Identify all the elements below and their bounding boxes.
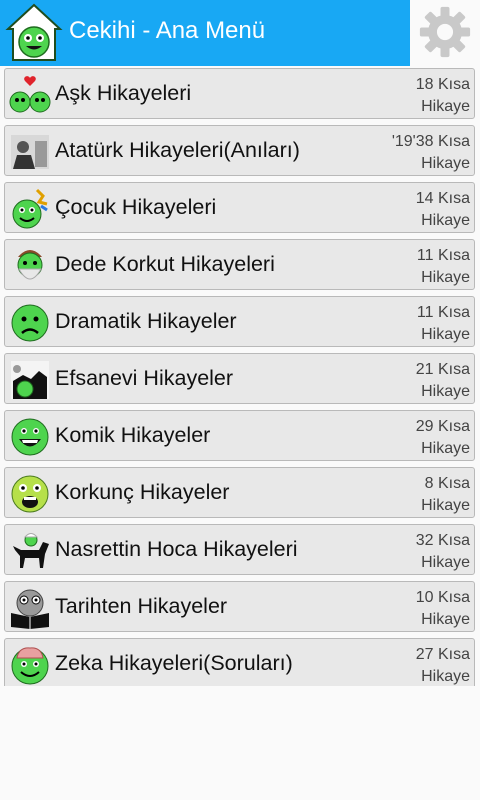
story-count: 8 Kısa Hikaye xyxy=(421,475,470,514)
app-header: Cekihi - Ana Menü xyxy=(0,0,410,66)
love-smiley-icon xyxy=(9,76,51,113)
category-label: Nasrettin Hoca Hikayeleri xyxy=(55,537,298,561)
story-count: 27 Kısa Hikaye xyxy=(415,646,470,685)
category-row-dede-korkut[interactable]: Dede Korkut Hikayeleri 11 Kısa Hikaye xyxy=(4,239,475,290)
category-label: Dede Korkut Hikayeleri xyxy=(55,252,275,276)
category-label: Çocuk Hikayeleri xyxy=(55,195,217,219)
category-row-nasrettin[interactable]: Nasrettin Hoca Hikayeleri 32 Kısa Hikaye xyxy=(4,524,475,575)
scared-smiley-icon xyxy=(11,475,49,513)
category-row-zeka[interactable]: Zeka Hikayeleri(Soruları) 27 Kısa Hikaye xyxy=(4,638,475,686)
category-row-komik[interactable]: Komik Hikayeler 29 Kısa Hikaye xyxy=(4,410,475,461)
category-row-ask[interactable]: Aşk Hikayeleri 18 Kısa Hikaye xyxy=(4,68,475,119)
category-row-ataturk[interactable]: Atatürk Hikayeleri(Anıları) '19'38 Kısa H… xyxy=(4,125,475,176)
category-label: Korkunç Hikayeler xyxy=(55,480,230,504)
laughing-smiley-icon xyxy=(11,418,49,456)
category-label: Komik Hikayeler xyxy=(55,423,211,447)
story-count: 29 Kısa Hikaye xyxy=(415,418,470,457)
story-count: 32 Kısa Hikaye xyxy=(415,532,470,571)
story-count: 11 Kısa Hikaye xyxy=(416,247,470,286)
story-count: 11 Kısa Hikaye xyxy=(416,304,470,343)
legend-icon xyxy=(11,361,49,399)
donkey-icon xyxy=(13,533,49,568)
brain-smiley-icon xyxy=(11,647,49,685)
category-label: Dramatik Hikayeler xyxy=(55,309,237,333)
category-label: Efsanevi Hikayeler xyxy=(55,366,234,390)
category-row-korkunc[interactable]: Korkunç Hikayeler 8 Kısa Hikaye xyxy=(4,467,475,518)
category-label: Zeka Hikayeleri(Soruları) xyxy=(55,651,293,675)
category-row-efsanevi[interactable]: Efsanevi Hikayeler 21 Kısa Hikaye xyxy=(4,353,475,404)
dede-korkut-icon xyxy=(17,250,43,280)
category-label: Tarihten Hikayeler xyxy=(55,594,228,618)
story-count: '19'38 Kısa Hikaye xyxy=(391,133,470,172)
category-list[interactable]: Aşk Hikayeleri 18 Kısa Hikaye Atatürk Hik… xyxy=(0,66,480,686)
settings-button[interactable] xyxy=(416,3,474,61)
app-title: Cekihi - Ana Menü xyxy=(69,17,266,44)
category-row-tarihten[interactable]: Tarihten Hikayeler 10 Kısa Hikaye xyxy=(4,581,475,632)
gear-icon xyxy=(419,6,471,58)
reading-smiley-icon xyxy=(11,589,49,629)
ataturk-portrait-icon xyxy=(11,135,49,169)
category-row-cocuk[interactable]: Çocuk Hikayeleri 14 Kısa Hikaye xyxy=(4,182,475,233)
sad-smiley-icon xyxy=(11,304,49,342)
story-count: 14 Kısa Hikaye xyxy=(415,190,470,229)
home-logo-icon[interactable] xyxy=(4,2,64,64)
category-label: Aşk Hikayeleri xyxy=(55,81,192,105)
story-count: 18 Kısa Hikaye xyxy=(415,76,470,115)
story-count: 10 Kısa Hikaye xyxy=(415,589,470,628)
child-smiley-icon xyxy=(12,188,48,229)
category-label: Atatürk Hikayeleri(Anıları) xyxy=(55,138,300,162)
category-row-dramatik[interactable]: Dramatik Hikayeler 11 Kısa Hikaye xyxy=(4,296,475,347)
story-count: 21 Kısa Hikaye xyxy=(415,361,470,400)
